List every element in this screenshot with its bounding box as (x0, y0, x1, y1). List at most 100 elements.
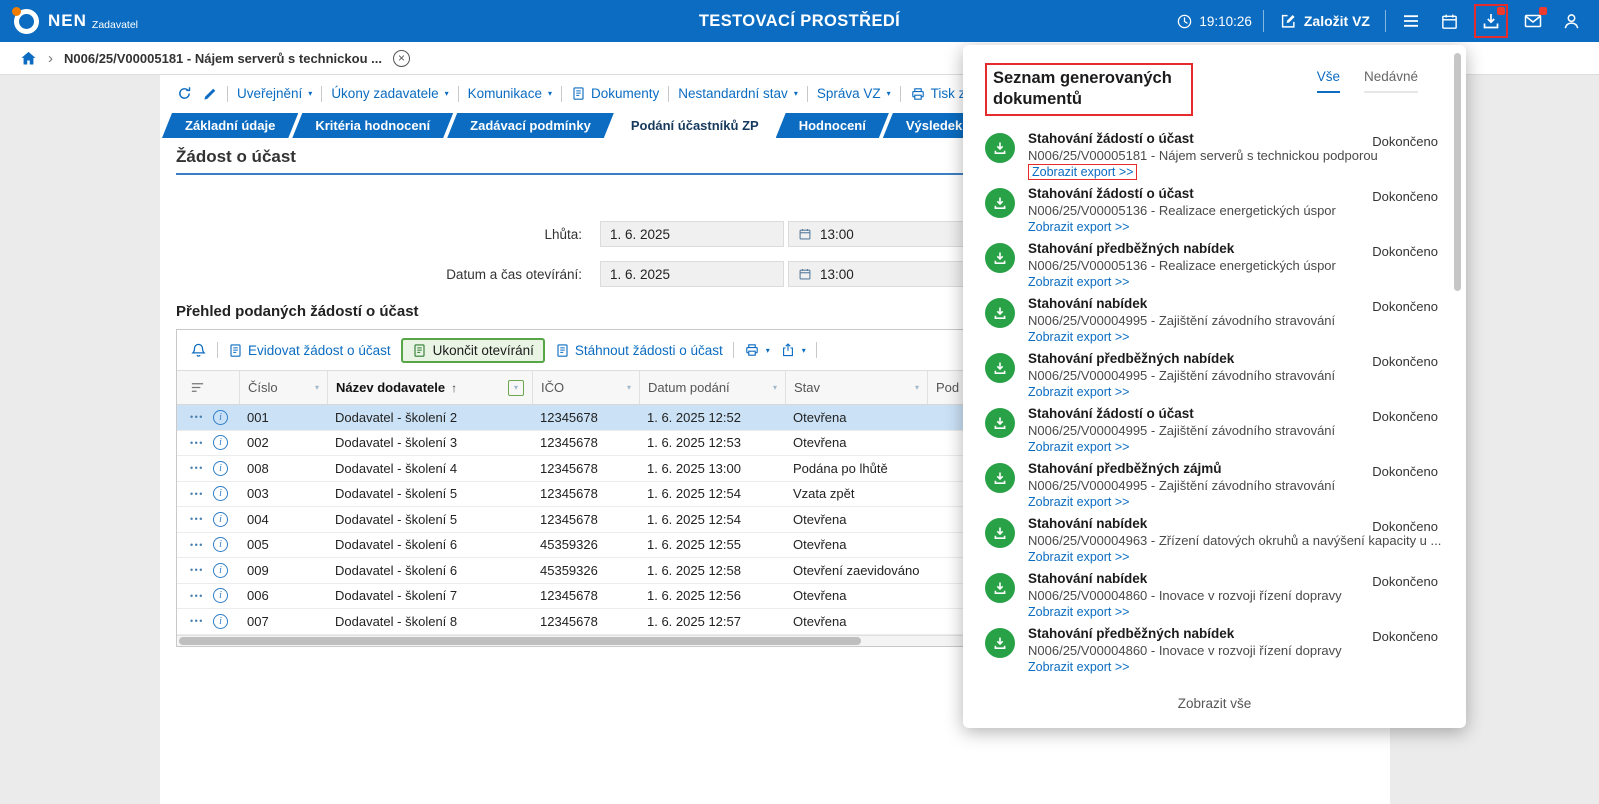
panel-tab-vse[interactable]: Vše (1317, 69, 1340, 93)
filter-icon[interactable]: ▾ (315, 383, 319, 392)
row-actions-icon[interactable]: ••• (190, 438, 204, 448)
row-info-icon[interactable]: i (213, 563, 228, 578)
row-info-icon[interactable]: i (213, 588, 228, 603)
menu-uverejneni[interactable]: Uveřejnění▾ (237, 86, 312, 101)
row-info-icon[interactable]: i (213, 537, 228, 552)
downloads-button[interactable] (1477, 7, 1505, 35)
watch-bell-button[interactable] (190, 342, 207, 359)
row-actions-icon[interactable]: ••• (190, 540, 204, 550)
profile-button[interactable] (1558, 8, 1585, 35)
column-settings-icon[interactable] (190, 380, 205, 395)
filter-icon[interactable]: ▾ (627, 383, 631, 392)
show-export-link[interactable]: Zobrazit export >> (1028, 440, 1129, 454)
edit-button[interactable] (202, 86, 218, 102)
show-all-link[interactable]: Zobrazit vše (985, 696, 1444, 711)
calendar-button[interactable] (1436, 8, 1463, 35)
row-actions-icon[interactable]: ••• (190, 565, 204, 575)
tab-hodnoceni[interactable]: Hodnocení (776, 113, 889, 138)
menu-dokumenty[interactable]: Dokumenty (571, 86, 659, 101)
scrollbar-thumb[interactable] (1454, 53, 1461, 291)
print-table-button[interactable]: ▾ (744, 342, 770, 358)
download-circle-icon (985, 133, 1015, 163)
row-info-icon[interactable]: i (213, 435, 228, 450)
calendar-icon[interactable] (798, 267, 812, 281)
document-status: Dokončeno (1372, 244, 1438, 259)
filter-icon[interactable]: ▾ (773, 383, 777, 392)
close-record-icon[interactable]: × (393, 50, 410, 67)
menu-nestandardni-stav[interactable]: Nestandardní stav▾ (678, 86, 798, 101)
stahnout-zadosti-button[interactable]: Stáhnout žádosti o účast (555, 343, 723, 358)
panel-tab-nedavne[interactable]: Nedávné (1364, 69, 1418, 93)
document-icon (555, 343, 570, 358)
cell-stav: Otevřena (785, 588, 927, 603)
row-actions-icon[interactable]: ••• (190, 616, 204, 626)
menu-button[interactable] (1397, 7, 1425, 35)
cell-ico: 12345678 (532, 486, 639, 501)
create-vz-button[interactable]: Založit VZ (1275, 8, 1374, 34)
show-export-link[interactable]: Zobrazit export >> (1028, 275, 1129, 289)
calendar-icon (1440, 12, 1459, 31)
panel-scrollbar[interactable] (1454, 53, 1461, 720)
export-table-button[interactable]: ▾ (780, 342, 806, 358)
evidovat-zadost-button[interactable]: Evidovat žádost o účast (228, 343, 391, 358)
row-actions-icon[interactable]: ••• (190, 591, 204, 601)
column-nazev-dodavatele[interactable]: Název dodavatele↑▾ (327, 371, 532, 404)
ukoncit-oteviranie-button[interactable]: Ukončit otevírání (401, 338, 545, 363)
tab-zadavaci-podminky[interactable]: Zadávací podmínky (447, 113, 614, 138)
oteviranie-time-field[interactable]: 13:00 (788, 261, 964, 287)
history-button[interactable] (176, 85, 193, 102)
bell-icon (190, 342, 207, 359)
row-info-icon[interactable]: i (213, 461, 228, 476)
toolbar-divider (227, 86, 228, 102)
document-icon (571, 86, 586, 101)
brand[interactable]: NEN Zadavatel (14, 9, 138, 34)
active-filter-box[interactable]: ▾ (508, 380, 524, 396)
menu-sprava-vz[interactable]: Správa VZ▾ (817, 86, 891, 101)
generated-document-item: Stahování nabídek N006/25/V00004860 - In… (985, 571, 1444, 626)
column-ico[interactable]: IČO▾ (532, 371, 639, 404)
messages-button[interactable] (1519, 7, 1547, 35)
show-export-link[interactable]: Zobrazit export >> (1028, 550, 1129, 564)
cell-ico: 45359326 (532, 563, 639, 578)
lhuta-time-field[interactable]: 13:00 (788, 221, 964, 247)
show-export-link[interactable]: Zobrazit export >> (1028, 385, 1129, 399)
menu-komunikace[interactable]: Komunikace▾ (468, 86, 552, 101)
tab-kriteria-hodnoceni[interactable]: Kritéria hodnocení (292, 113, 453, 138)
annotation-box-downloads (1474, 4, 1508, 38)
menu-ukony-zadavatele[interactable]: Úkony zadavatele▾ (331, 86, 448, 101)
row-actions-icon[interactable]: ••• (190, 412, 204, 422)
show-export-link[interactable]: Zobrazit export >> (1028, 605, 1129, 619)
filter-icon[interactable]: ▾ (915, 383, 919, 392)
show-export-link[interactable]: Zobrazit export >> (1028, 495, 1129, 509)
row-info-icon[interactable]: i (213, 410, 228, 425)
filter-icon: ▾ (514, 383, 518, 392)
chevron-down-icon: ▾ (548, 89, 552, 98)
show-export-link[interactable]: Zobrazit export >> (1028, 164, 1137, 180)
column-datum-podani[interactable]: Datum podání▾ (639, 371, 785, 404)
show-export-link[interactable]: Zobrazit export >> (1028, 660, 1129, 674)
breadcrumb-item[interactable]: N006/25/V00005181 - Nájem serverů s tech… (64, 51, 382, 66)
show-export-link[interactable]: Zobrazit export >> (1028, 220, 1129, 234)
row-info-icon[interactable]: i (213, 614, 228, 629)
row-actions-icon[interactable]: ••• (190, 514, 204, 524)
row-actions-icon[interactable]: ••• (190, 463, 204, 473)
oteviranie-date-field[interactable]: 1. 6. 2025 (600, 261, 784, 287)
tab-podani-ucastniku-zp[interactable]: Podání účastníků ZP (608, 113, 782, 138)
tab-zakladni-udaje[interactable]: Základní údaje (162, 113, 298, 138)
column-stav[interactable]: Stav▾ (785, 371, 927, 404)
home-icon[interactable] (20, 50, 37, 67)
toolbar-divider (561, 86, 562, 102)
cell-datum-podani: 1. 6. 2025 12:55 (639, 537, 785, 552)
chevron-down-icon: ▾ (887, 89, 891, 98)
generated-documents-panel: Seznam generovaných dokumentů Vše Nedávn… (963, 45, 1466, 728)
scrollbar-thumb[interactable] (179, 637, 861, 645)
row-info-icon[interactable]: i (213, 486, 228, 501)
document-subtitle: N006/25/V00004995 - Zajištění závodního … (1028, 368, 1444, 383)
row-actions-icon[interactable]: ••• (190, 489, 204, 499)
lhuta-date-field[interactable]: 1. 6. 2025 (600, 221, 784, 247)
calendar-icon[interactable] (798, 227, 812, 241)
cell-nazev-dodavatele: Dodavatel - školení 4 (327, 461, 532, 476)
row-info-icon[interactable]: i (213, 512, 228, 527)
show-export-link[interactable]: Zobrazit export >> (1028, 330, 1129, 344)
column-cislo[interactable]: Číslo▾ (239, 371, 327, 404)
